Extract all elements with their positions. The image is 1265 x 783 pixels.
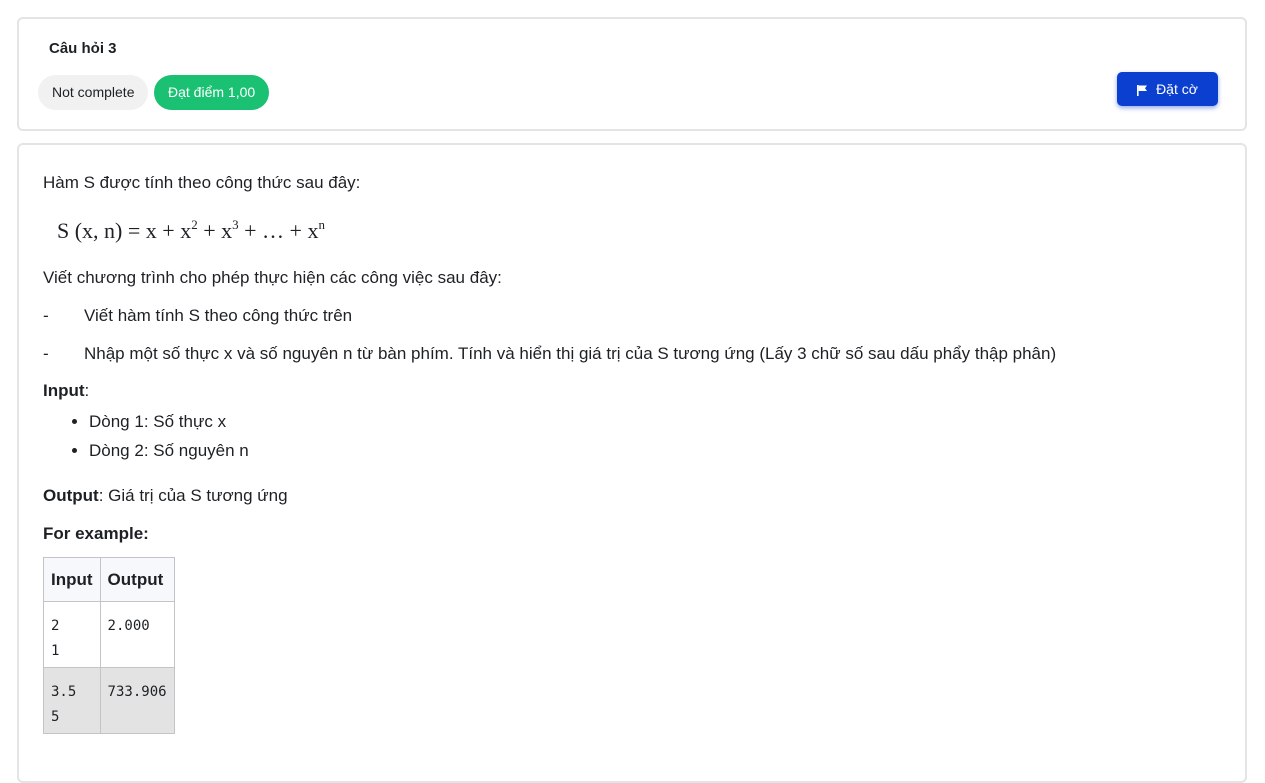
formula-mid-1: + x: [197, 218, 233, 243]
completion-state-badge: Not complete: [38, 75, 149, 110]
list-item: Dòng 1: Số thực x: [89, 407, 249, 436]
input-heading: Input:: [43, 381, 89, 401]
example-table: Input Output 21 2.000 3.5 5 733.906: [43, 557, 175, 734]
task-bullet: -: [43, 306, 49, 325]
flag-question-button[interactable]: Đặt cờ: [1117, 72, 1218, 106]
task-bullet: -: [43, 344, 49, 363]
list-item: Dòng 2: Số nguyên n: [89, 436, 249, 465]
input-line: 2: [51, 618, 60, 634]
flag-button-label: Đặt cờ: [1156, 81, 1198, 97]
task-item: Nhập một số thực x và số nguyên n từ bàn…: [84, 344, 1057, 363]
table-header-row: Input Output: [43, 557, 175, 602]
input-colon: :: [84, 381, 90, 400]
input-label: Input: [43, 381, 85, 400]
column-header-input: Input: [43, 557, 101, 602]
task-item: Viết hàm tính S theo công thức trên: [84, 306, 353, 325]
question-number: Câu hỏi 3: [49, 40, 117, 57]
table-row: 3.5 5 733.906: [43, 667, 175, 734]
input-line: 3.5: [51, 684, 77, 700]
example-heading: For example:: [43, 524, 149, 543]
flag-icon: [1137, 85, 1148, 96]
input-cell: 3.5 5: [43, 667, 101, 734]
output-text: : Giá trị của S tương ứng: [98, 486, 288, 505]
input-line: 1: [51, 643, 60, 659]
input-list: Dòng 1: Số thực x Dòng 2: Số nguyên n: [49, 407, 249, 465]
question-text-card: Hàm S được tính theo công thức sau đây: …: [17, 143, 1247, 783]
input-line: 5: [51, 709, 60, 725]
formula-exp-n: n: [318, 217, 325, 232]
output-cell: 2.000: [99, 601, 175, 668]
output-cell: 733.906: [99, 667, 175, 734]
output-heading: Output: Giá trị của S tương ứng: [43, 486, 288, 506]
formula: S (x, n) = x + x2 + x3 + … + xn: [57, 217, 325, 244]
intro-text: Hàm S được tính theo công thức sau đây:: [43, 173, 361, 192]
output-label: Output: [43, 486, 99, 505]
input-cell: 21: [43, 601, 101, 668]
formula-mid-2: + … + x: [238, 218, 319, 243]
task-intro-text: Viết chương trình cho phép thực hiện các…: [43, 268, 502, 287]
table-row: 21 2.000: [43, 601, 175, 668]
grade-badge: Đạt điểm 1,00: [154, 75, 270, 110]
column-header-output: Output: [99, 557, 175, 602]
formula-lhs: S (x, n) = x + x: [57, 218, 192, 243]
question-info-card: Câu hỏi 3 Not complete Đạt điểm 1,00 Đặt…: [17, 17, 1247, 131]
